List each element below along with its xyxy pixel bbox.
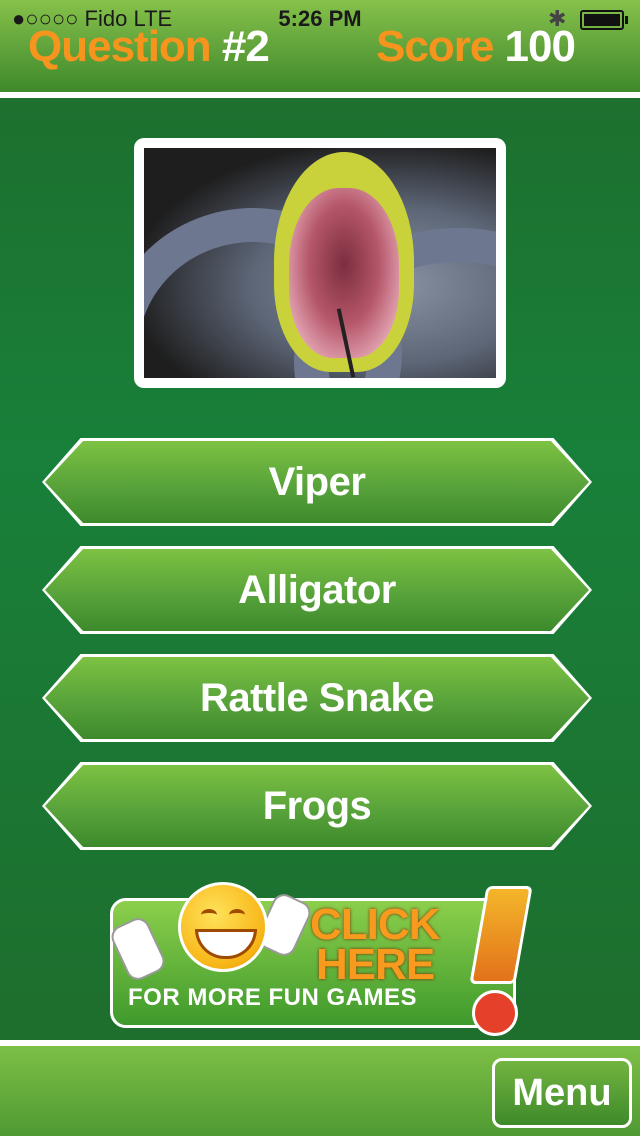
answer-button-4[interactable]: Frogs — [42, 762, 592, 850]
answer-button-1[interactable]: Viper — [42, 438, 592, 526]
battery-icon — [580, 10, 628, 30]
answer-label: Viper — [268, 459, 366, 504]
question-counter: Question #2 — [28, 22, 270, 72]
question-number: #2 — [221, 22, 270, 71]
top-bar: ●○○○○ Fido LTE 5:26 PM ✱ Question #2 Sco… — [0, 0, 640, 92]
score-label: Score — [376, 22, 494, 71]
question-label: Question — [28, 22, 212, 71]
snake-photo — [144, 148, 496, 378]
answer-label: Alligator — [238, 567, 396, 612]
answer-button-3[interactable]: Rattle Snake — [42, 654, 592, 742]
score-value: 100 — [504, 22, 576, 71]
answer-button-2[interactable]: Alligator — [42, 546, 592, 634]
promo-subtitle: FOR MORE FUN GAMES — [128, 984, 417, 1011]
promo-line-2: HERE — [316, 940, 435, 989]
exclamation-dot-icon — [472, 990, 518, 1036]
score-counter: Score 100 — [376, 22, 576, 72]
menu-label: Menu — [512, 1071, 612, 1114]
smiley-icon — [178, 882, 268, 972]
header-divider — [0, 92, 640, 98]
answer-label: Rattle Snake — [199, 675, 435, 720]
answer-label: Frogs — [262, 783, 372, 828]
question-image-frame — [134, 138, 506, 388]
menu-button[interactable]: Menu — [492, 1058, 632, 1128]
